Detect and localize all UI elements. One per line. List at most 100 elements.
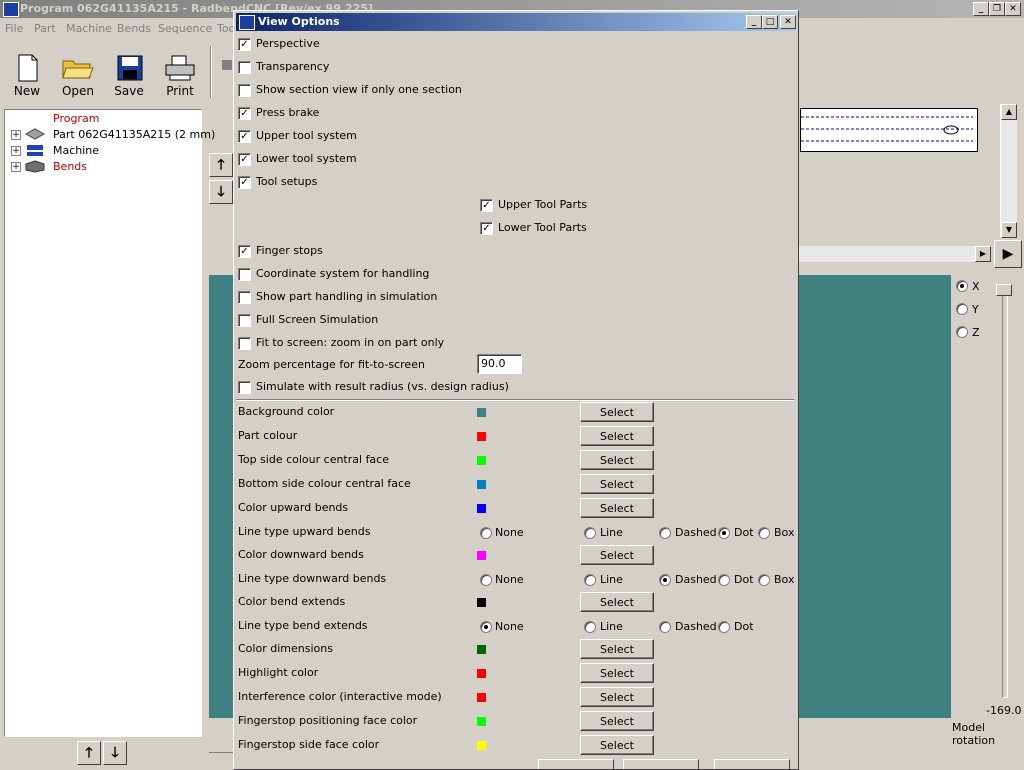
toolbar-separator [210,46,212,98]
zoom-percentage-input[interactable]: 90.0 [477,354,522,374]
radio-none[interactable] [480,574,492,586]
select-color-button[interactable]: Select [580,663,654,683]
expand-icon[interactable]: + [11,146,21,156]
app-icon [3,2,19,17]
ok-button-partial[interactable] [538,759,614,769]
menu-sequence[interactable]: Sequence [158,22,212,35]
move-down-button[interactable]: 🡓 [103,741,127,765]
cancel-button-partial[interactable] [714,759,790,769]
checkbox-label: Fit to screen: zoom in on part only [256,336,445,349]
select-color-button[interactable]: Select [580,687,654,707]
checkbox-box[interactable] [238,84,251,97]
checkbox-box[interactable]: ✓ [238,245,251,258]
menu-bends[interactable]: Bends [117,22,151,35]
select-color-button[interactable]: Select [580,592,654,612]
color-swatch [477,693,486,702]
checkbox-box[interactable]: ✓ [480,222,493,235]
close-icon[interactable]: ✕ [1005,2,1021,16]
preview-vertical-scrollbar[interactable]: ▲ ▼ [1000,104,1017,238]
play-simulation-button[interactable]: ▶ [994,240,1022,268]
color-label-top-side-colour-central-face: Top side colour central face [238,453,389,466]
radio-dot[interactable] [718,527,730,539]
restore-icon[interactable]: ❐ [989,2,1005,16]
new-button[interactable]: New [7,52,47,98]
radio-box[interactable] [758,574,770,586]
radio-line[interactable] [584,527,596,539]
checkbox-box[interactable] [238,337,251,350]
radio-line[interactable] [584,574,596,586]
select-color-button[interactable]: Select [580,402,654,422]
save-button[interactable]: Save [109,52,149,98]
apply-button-partial[interactable] [623,759,699,769]
checkbox-box[interactable] [238,381,251,394]
select-color-button[interactable]: Select [580,735,654,755]
select-color-button[interactable]: Select [580,545,654,565]
tree-machine-label: Machine [53,144,100,157]
radio-box[interactable] [758,527,770,539]
open-button[interactable]: Open [58,52,98,98]
checkbox-box[interactable]: ✓ [238,38,251,51]
dialog-title-bar: View Options _ □ ✕ [236,13,796,31]
axis-z-radio[interactable] [956,326,968,338]
menu-machine[interactable]: Machine [66,22,112,35]
menu-part[interactable]: Part [34,22,56,35]
color-label-interference-color-interactive-mode: Interference color (interactive mode) [238,690,442,703]
radio-dot[interactable] [718,621,730,633]
checkbox-label: Lower Tool Parts [498,221,587,234]
open-folder-icon [62,60,94,79]
axis-y-radio[interactable] [956,303,968,315]
expand-icon[interactable]: + [11,130,21,140]
new-label: New [13,84,41,98]
radio-none[interactable] [480,527,492,539]
checkbox-box[interactable] [238,314,251,327]
radio-label-dashed: Dashed [675,573,717,586]
rotation-value: -169.0 [986,704,1022,717]
select-color-button[interactable]: Select [580,450,654,470]
axis-x-radio[interactable] [956,280,968,292]
select-color-button[interactable]: Select [580,498,654,518]
expand-icon[interactable]: + [11,162,21,172]
select-color-button[interactable]: Select [580,639,654,659]
checkbox-box[interactable] [238,61,251,74]
preview-horizontal-scrollbar[interactable]: ▶ [797,246,991,262]
dialog-minimize-icon[interactable]: _ [746,15,762,29]
radio-dashed[interactable] [659,621,671,633]
select-color-button[interactable]: Select [580,474,654,494]
checkbox-label: Transparency [256,60,330,73]
checkbox-label: Upper tool system [256,129,357,142]
dialog-maximize-icon[interactable]: □ [762,15,778,29]
print-button[interactable]: Print [160,52,200,98]
sequence-down-button[interactable]: 🡓 [209,180,233,204]
radio-none[interactable] [480,621,492,633]
menu-file[interactable]: File [5,22,23,35]
checkbox-box[interactable]: ✓ [238,130,251,143]
scroll-down-icon[interactable]: ▼ [1001,222,1017,238]
checkbox-box[interactable]: ✓ [238,176,251,189]
checkbox-box[interactable]: ✓ [238,153,251,166]
color-label-part-colour: Part colour [238,429,298,442]
radio-line[interactable] [584,621,596,633]
minimize-icon[interactable]: _ [973,2,989,16]
select-color-button[interactable]: Select [580,426,654,446]
color-label-color-dimensions: Color dimensions [238,642,333,655]
scroll-right-icon[interactable]: ▶ [975,246,991,262]
printer-icon [165,55,195,81]
checkbox-box[interactable]: ✓ [238,107,251,120]
radio-label-none: None [495,620,524,633]
select-color-button[interactable]: Select [580,711,654,731]
move-up-button[interactable]: 🡑 [77,741,101,765]
rotation-slider-track[interactable] [1002,290,1008,698]
radio-dashed[interactable] [659,527,671,539]
rotation-slider-thumb[interactable] [996,284,1012,296]
checkbox-box[interactable] [238,268,251,281]
checkbox-box[interactable]: ✓ [480,199,493,212]
checkbox-box[interactable] [238,291,251,304]
sketch-drawing [801,116,973,142]
dialog-close-icon[interactable]: ✕ [780,15,796,29]
radio-dashed[interactable] [659,574,671,586]
program-tree[interactable]: Program + Part 062G41135A215 (2 mm) + Ma… [4,109,215,737]
color-swatch [477,598,486,607]
scroll-up-icon[interactable]: ▲ [1001,104,1017,120]
radio-dot[interactable] [718,574,730,586]
sequence-up-button[interactable]: 🡑 [209,153,233,177]
